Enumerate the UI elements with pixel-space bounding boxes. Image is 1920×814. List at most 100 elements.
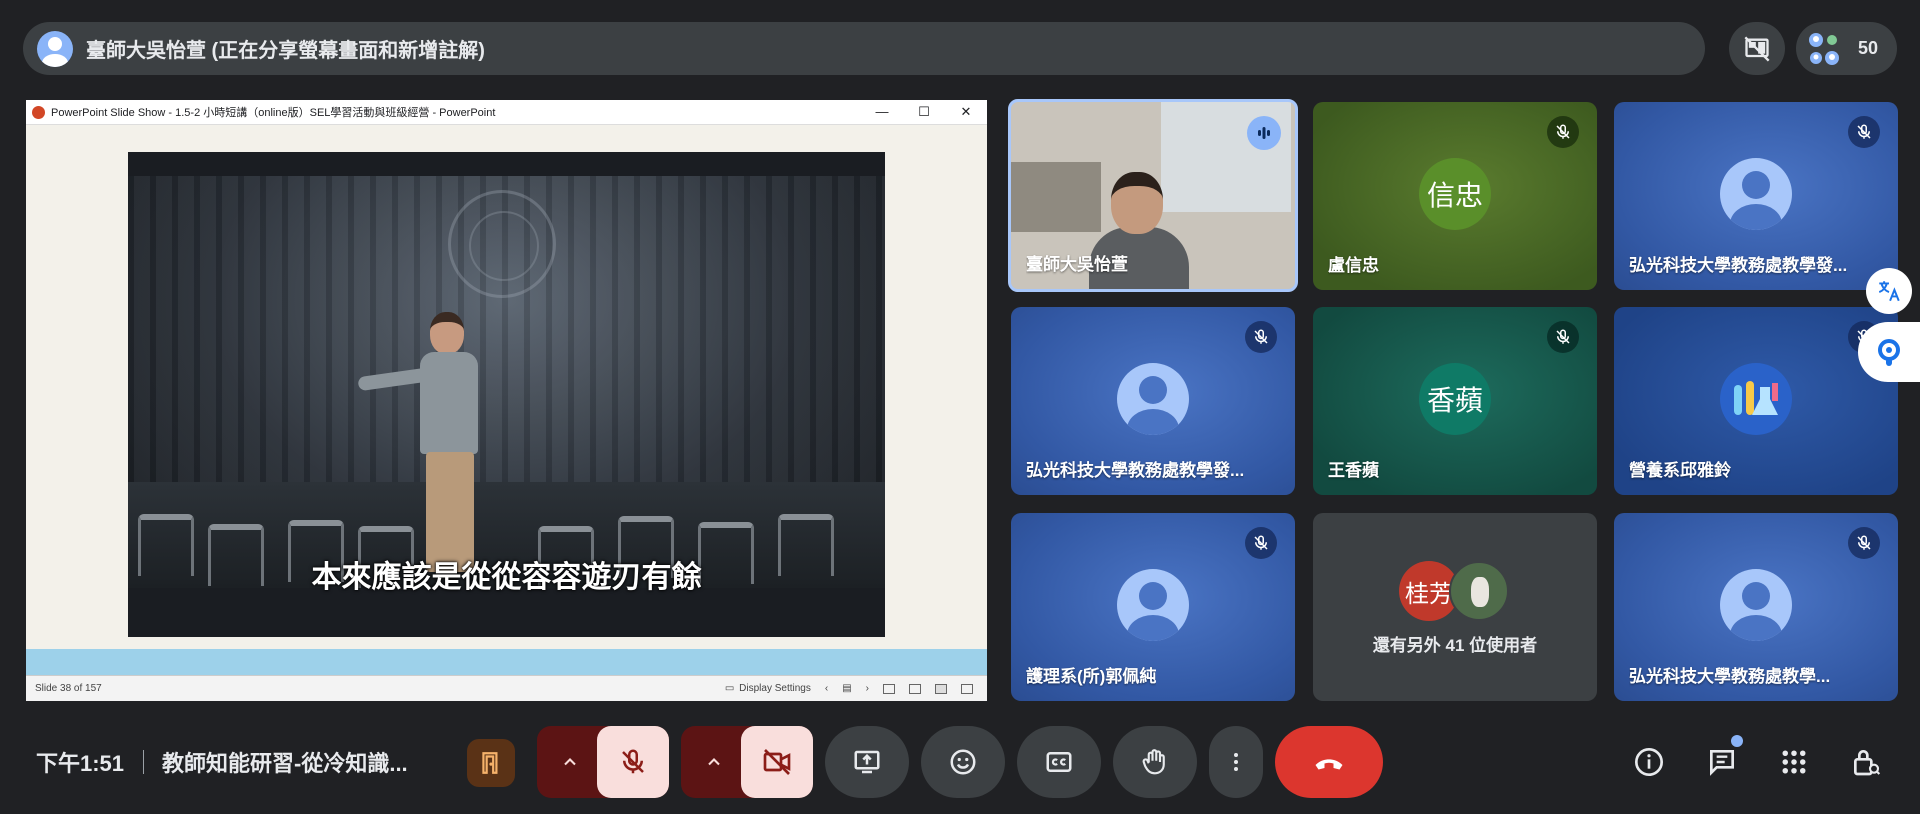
mic-off-icon — [1245, 527, 1277, 559]
meeting-info-button[interactable] — [1625, 738, 1673, 786]
mic-options-button[interactable] — [537, 726, 603, 798]
speaker-figure — [357, 312, 548, 588]
chat-icon — [1710, 750, 1734, 776]
slide-subtitle: 本來應該是從從容容遊刃有餘 — [311, 561, 702, 594]
avatar — [1117, 363, 1189, 435]
host-lock-button[interactable] — [1842, 738, 1890, 786]
info-icon — [1635, 748, 1663, 776]
mic-off-icon — [1547, 321, 1579, 353]
end-call-button[interactable] — [1275, 726, 1383, 798]
more-options-button[interactable] — [1209, 726, 1263, 798]
chevron-up-icon — [708, 758, 720, 766]
camera-toggle-button[interactable] — [741, 726, 813, 798]
meeting-clock: 下午1:51 — [36, 751, 125, 776]
present-screen-button[interactable] — [825, 726, 909, 798]
more-participants-label: 還有另外 41 位使用者 — [1372, 636, 1538, 655]
avatar-photo — [1449, 561, 1509, 621]
host-controls-button[interactable] — [467, 739, 515, 787]
participant-name: 營養系邱雅鈴 — [1629, 461, 1731, 480]
slide: 本來應該是從從容容遊刃有餘 — [26, 125, 987, 675]
participant-name: 王香蘋 — [1328, 461, 1379, 480]
participant-name: 護理系(所)郭佩純 — [1026, 667, 1157, 686]
raise-hand-icon — [1142, 749, 1165, 775]
screen-share: PowerPoint Slide Show - 1.5-2 小時短講（onlin… — [26, 100, 987, 701]
raise-hand-button[interactable] — [1113, 726, 1197, 798]
assistant-icon — [1878, 339, 1900, 366]
more-options-icon — [1234, 753, 1238, 771]
avatar: 信忠 — [1419, 158, 1491, 230]
ppt-statusbar: Slide 38 of 157 ▭ Display Settings ‹ ▤ › — [26, 675, 987, 701]
slide-video: 本來應該是從從容容遊刃有餘 — [128, 152, 885, 637]
divider — [143, 750, 144, 774]
mic-toggle-button[interactable] — [597, 726, 669, 798]
lab-illustration-icon — [1720, 363, 1792, 435]
mic-off-icon — [622, 749, 644, 774]
mic-off-icon — [1547, 116, 1579, 148]
emoji-icon — [950, 749, 976, 775]
layout-button[interactable] — [1729, 22, 1785, 75]
participant-count: 50 — [1858, 38, 1879, 58]
captions-icon — [1046, 752, 1072, 772]
camera-options-button[interactable] — [681, 726, 747, 798]
powerpoint-logo-icon — [32, 105, 45, 119]
presenter-avatar-icon — [37, 30, 73, 67]
meeting-title: 教師知能研習-從冷知識... — [162, 751, 408, 776]
people-icon — [1809, 32, 1839, 65]
participant-tile[interactable]: 弘光科技大學教務處教學... — [1614, 513, 1898, 701]
slide-sorter-icon[interactable]: ▤ — [842, 683, 851, 694]
display-settings-button[interactable]: ▭ Display Settings — [725, 683, 811, 694]
avatar — [1720, 569, 1792, 641]
emblem-watermark — [448, 190, 556, 298]
participant-name: 弘光科技大學教務處教學發... — [1629, 256, 1848, 275]
layout-off-icon — [1744, 36, 1770, 61]
participant-tile[interactable]: 弘光科技大學教務處教學發... — [1011, 307, 1295, 495]
activities-icon — [1782, 750, 1806, 774]
participant-tile[interactable]: 營養系邱雅鈴 — [1614, 307, 1898, 495]
participant-name: 臺師大吳怡萱 — [1026, 255, 1128, 274]
activities-button[interactable] — [1770, 738, 1818, 786]
maximize-button[interactable]: ☐ — [903, 104, 945, 120]
presenter-status-text: 臺師大吳怡萱 (正在分享螢幕畫面和新增註解) — [86, 40, 485, 62]
normal-view-icon[interactable] — [883, 683, 895, 694]
participant-tile[interactable]: 護理系(所)郭佩純 — [1011, 513, 1295, 701]
avatar: 香蘋 — [1419, 363, 1491, 435]
chevron-up-icon — [564, 758, 576, 766]
more-participants-tile[interactable]: 桂芳 還有另外 41 位使用者 — [1313, 513, 1597, 701]
avatar — [1117, 569, 1189, 641]
next-slide-icon[interactable]: › — [866, 683, 869, 694]
presenter-banner[interactable]: 臺師大吳怡萱 (正在分享螢幕畫面和新增註解) — [23, 22, 1705, 75]
ppt-window-title: PowerPoint Slide Show - 1.5-2 小時短講（onlin… — [51, 107, 496, 119]
speaking-icon — [1247, 116, 1281, 150]
participant-tile[interactable]: 弘光科技大學教務處教學發... — [1614, 102, 1898, 290]
avatar — [1720, 158, 1792, 230]
host-lock-icon — [1854, 750, 1881, 776]
mic-off-icon — [1848, 116, 1880, 148]
participant-name: 盧信忠 — [1328, 256, 1379, 275]
mic-off-icon — [1245, 321, 1277, 353]
grid-view-icon[interactable] — [909, 683, 921, 694]
translate-button[interactable] — [1866, 268, 1912, 314]
mic-off-icon — [1848, 527, 1880, 559]
people-button[interactable]: 50 — [1796, 22, 1897, 75]
participant-tile[interactable]: 信忠 盧信忠 — [1313, 102, 1597, 290]
participant-name: 弘光科技大學教務處教學發... — [1026, 461, 1245, 480]
translate-icon — [1878, 281, 1900, 302]
host-controls-icon — [482, 752, 498, 774]
reading-view-icon[interactable] — [935, 683, 947, 694]
end-call-icon — [1315, 759, 1343, 770]
slideshow-view-icon[interactable] — [961, 683, 973, 694]
chat-notification-dot — [1731, 735, 1743, 747]
ppt-titlebar: PowerPoint Slide Show - 1.5-2 小時短講（onlin… — [26, 100, 987, 125]
slide-counter: Slide 38 of 157 — [35, 683, 102, 694]
captions-button[interactable] — [1017, 726, 1101, 798]
prev-slide-icon[interactable]: ‹ — [825, 683, 828, 694]
participant-tile-presenter[interactable]: 臺師大吳怡萱 — [1008, 99, 1298, 292]
participant-tile[interactable]: 香蘋 王香蘋 — [1313, 307, 1597, 495]
minimize-button[interactable]: — — [861, 104, 903, 120]
emoji-reaction-button[interactable] — [921, 726, 1005, 798]
close-button[interactable]: ✕ — [945, 104, 987, 120]
present-icon — [854, 750, 880, 774]
assistant-button[interactable] — [1858, 322, 1920, 382]
slide-footer-strip — [26, 649, 987, 675]
participant-name: 弘光科技大學教務處教學... — [1629, 667, 1831, 686]
